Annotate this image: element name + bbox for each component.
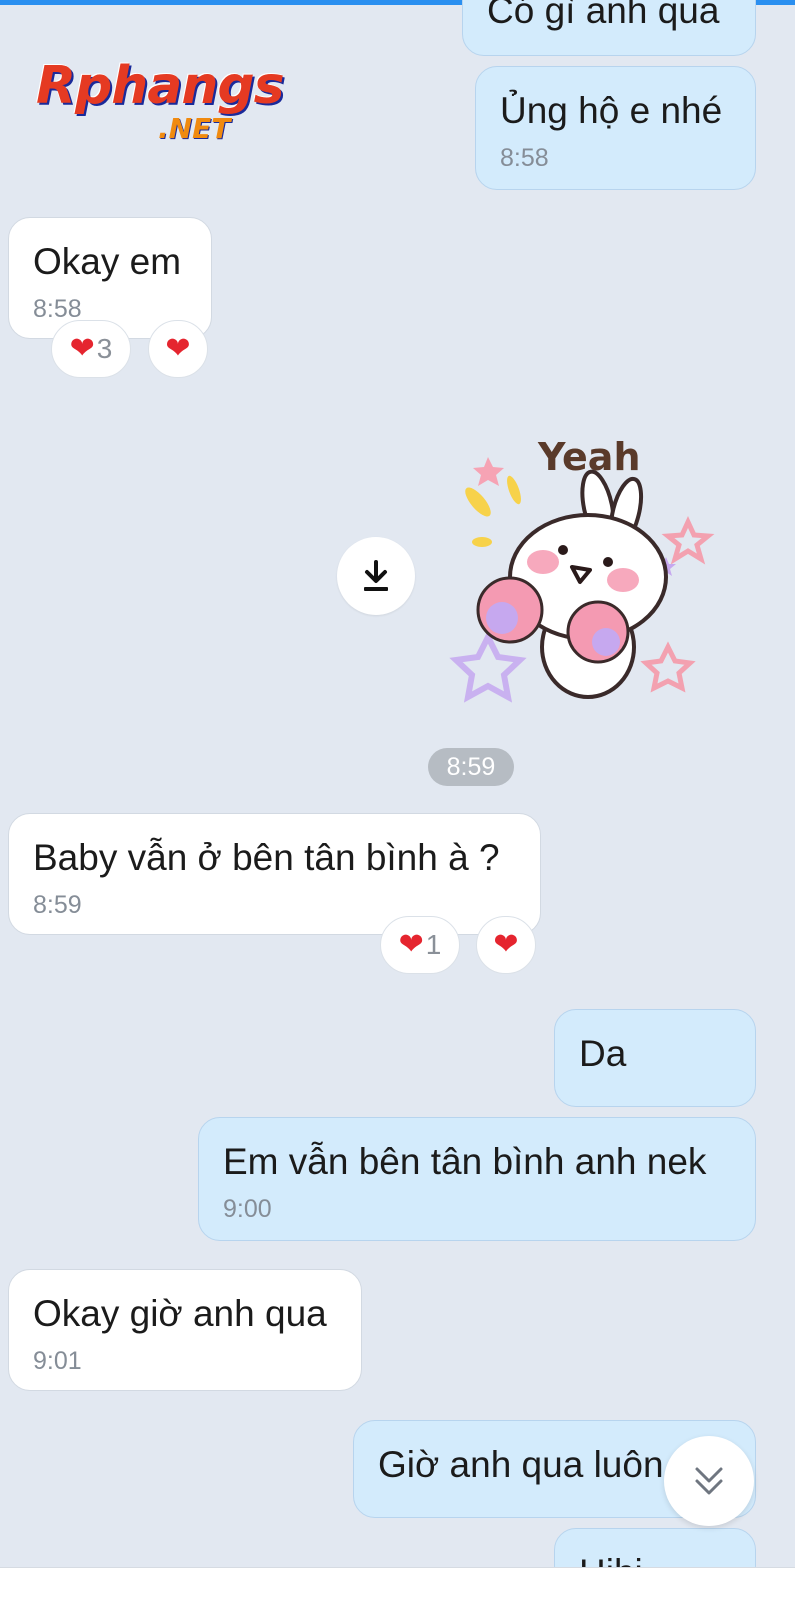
sticker-image[interactable]: Yeah (448, 432, 738, 712)
reaction-summary[interactable]: ❤ 1 (380, 916, 460, 974)
message-text: Okay giờ anh qua (33, 1293, 327, 1334)
composer-bar (0, 1567, 795, 1600)
bunny-sticker-graphic: Yeah (449, 435, 715, 703)
reaction-summary[interactable]: ❤ 3 (51, 320, 131, 378)
scroll-to-bottom-button[interactable] (664, 1436, 754, 1526)
heart-icon: ❤ (69, 332, 95, 365)
message-text: Em vẫn bên tân bình anh nek (223, 1141, 707, 1182)
message-time: 9:01 (33, 1347, 82, 1375)
message-bubble-outgoing[interactable]: Có gì anh qua (462, 0, 756, 56)
reaction-count: 1 (425, 929, 442, 960)
message-text: Okay em (33, 241, 182, 282)
download-icon (364, 560, 388, 591)
message-time: 9:00 (223, 1195, 272, 1223)
message-text: Baby vẫn ở bên tân bình à ? (33, 837, 500, 878)
message-bubble-outgoing[interactable]: Da (554, 1009, 756, 1107)
message-bubble-outgoing[interactable]: Ủng hộ e nhé 8:58 (475, 66, 756, 190)
message-bubble-outgoing[interactable]: Em vẫn bên tân bình anh nek 9:00 (198, 1117, 756, 1241)
react-button[interactable]: ❤ (148, 320, 208, 378)
message-time: 8:58 (33, 295, 82, 323)
message-time: 8:59 (33, 891, 82, 919)
logo-text: Rphangs (36, 56, 285, 116)
reaction-count: 3 (96, 333, 113, 364)
react-button[interactable]: ❤ (476, 916, 536, 974)
message-bubble-incoming[interactable]: Okay giờ anh qua 9:01 (8, 1269, 362, 1391)
message-text: Da (579, 1033, 627, 1074)
message-bubble-incoming[interactable]: Baby vẫn ở bên tân bình à ? 8:59 (8, 813, 541, 935)
message-text: Ủng hộ e nhé (500, 90, 723, 131)
heart-icon: ❤ (493, 928, 519, 961)
heart-icon: ❤ (165, 332, 191, 365)
logo-suffix: .NET (158, 112, 231, 145)
double-chevron-down-icon (695, 1467, 723, 1495)
time-divider: 8:59 (428, 748, 514, 786)
message-time: 8:58 (500, 144, 549, 172)
download-button[interactable] (337, 537, 415, 615)
message-text: Có gì anh qua (487, 0, 720, 31)
heart-icon: ❤ (398, 928, 424, 961)
watermark-logo: Rphangs .NET (36, 56, 285, 145)
